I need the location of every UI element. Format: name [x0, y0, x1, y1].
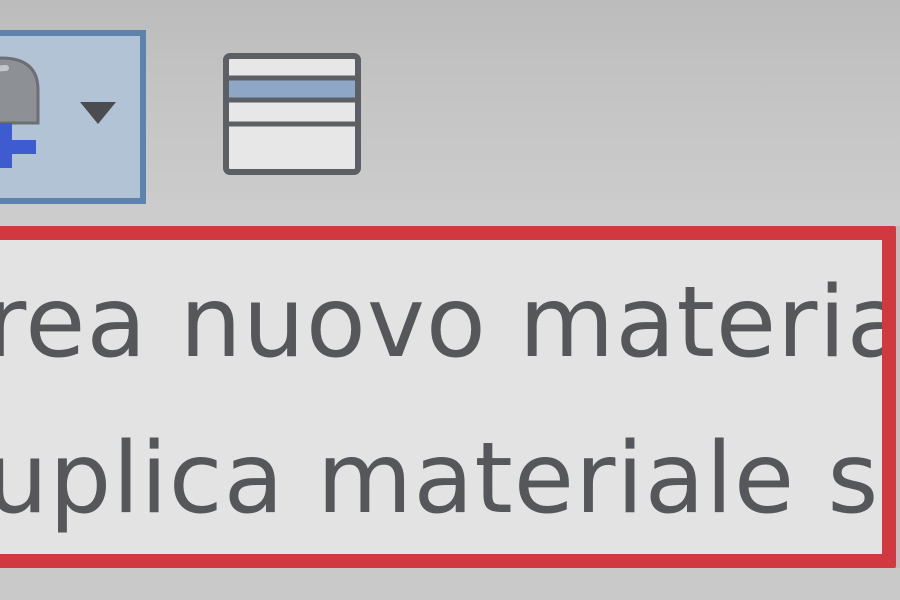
menu-item-duplicate-material[interactable]: uplica materiale selez — [0, 410, 882, 560]
material-dropdown-menu: rea nuovo materiale uplica materiale sel… — [0, 226, 896, 568]
menu-item-create-material[interactable]: rea nuovo materiale — [0, 250, 882, 400]
toolbar — [0, 0, 900, 226]
background-strip — [0, 568, 900, 600]
material-add-icon[interactable] — [0, 28, 56, 168]
menu-item-label: uplica materiale selez — [0, 422, 882, 536]
table-view-icon[interactable] — [220, 50, 368, 182]
menu-item-label: rea nuovo materiale — [0, 266, 882, 380]
chevron-down-icon[interactable] — [80, 102, 116, 126]
screen: rea nuovo materiale uplica materiale sel… — [0, 0, 900, 600]
